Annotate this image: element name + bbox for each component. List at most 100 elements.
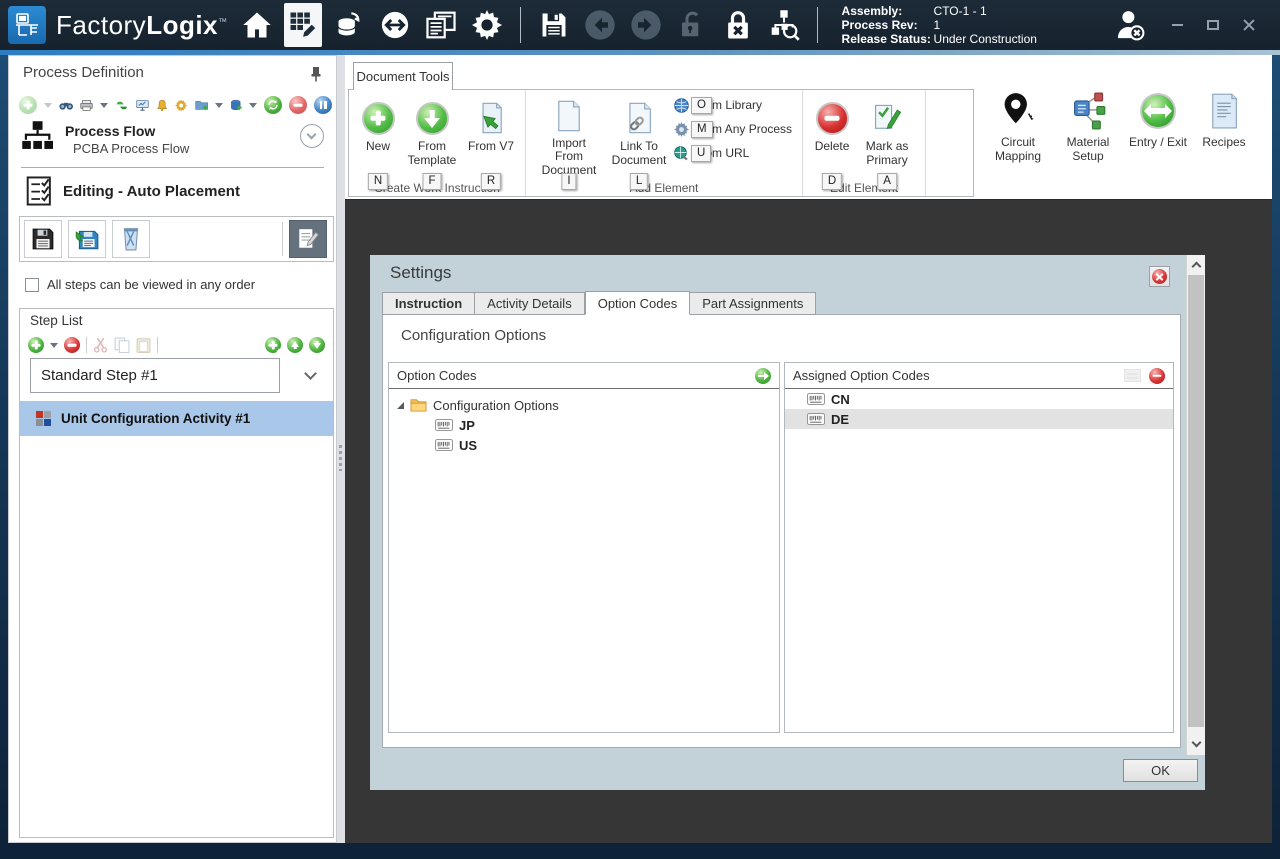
presentation-icon[interactable]: [136, 97, 149, 114]
any-order-option: All steps can be viewed in any order: [25, 277, 255, 292]
tab-instruction[interactable]: Instruction: [382, 292, 475, 315]
paste-icon[interactable]: [136, 337, 151, 353]
gear-icon: [472, 10, 502, 40]
chevron-down-icon: [1191, 738, 1201, 748]
process-toolbar: [19, 92, 332, 118]
section-heading: Configuration Options: [401, 327, 546, 344]
deactivate-button[interactable]: [289, 96, 307, 114]
material-setup-button[interactable]: Material Setup: [1057, 91, 1119, 164]
entry-exit-button[interactable]: Entry / Exit: [1127, 91, 1189, 164]
print-dropdown[interactable]: [100, 103, 108, 108]
maximize-button[interactable]: [1200, 12, 1226, 38]
step-selector[interactable]: Standard Step #1: [30, 358, 280, 393]
window-frame: Process Definition: [0, 55, 1280, 859]
tree-expander-icon[interactable]: [397, 402, 404, 409]
copy-icon[interactable]: [114, 337, 130, 353]
export-icon[interactable]: [195, 97, 209, 113]
minimize-button[interactable]: [1164, 12, 1190, 38]
circuit-mapping-button[interactable]: Circuit Mapping: [987, 91, 1049, 164]
pause-button[interactable]: [314, 96, 332, 114]
print-icon[interactable]: [80, 97, 93, 114]
mark-as-primary-button[interactable]: Mark as Primary A: [855, 94, 919, 178]
from-url-button[interactable]: From URL U: [674, 144, 792, 163]
undo-button[interactable]: [581, 3, 619, 47]
home-button[interactable]: [238, 3, 276, 47]
close-button[interactable]: [1236, 12, 1262, 38]
collapse-button[interactable]: [300, 124, 324, 148]
chevron-down-icon[interactable]: [304, 367, 317, 380]
delete-element-button[interactable]: Delete D: [809, 94, 855, 178]
save-button[interactable]: [535, 3, 573, 47]
delete-data-icon[interactable]: [230, 97, 242, 114]
mark-primary-icon: [872, 102, 902, 134]
new-button[interactable]: New N: [355, 94, 401, 178]
assigned-row-cn[interactable]: CN: [785, 389, 1173, 409]
add-step-dropdown[interactable]: [50, 343, 58, 348]
logout-button[interactable]: [1112, 3, 1150, 47]
settings-button[interactable]: [468, 3, 506, 47]
recipes-button[interactable]: Recipes: [1197, 91, 1251, 164]
tab-activity-details[interactable]: Activity Details: [475, 292, 585, 315]
any-order-checkbox[interactable]: [25, 278, 39, 292]
assign-option-button[interactable]: [755, 368, 771, 384]
export-dropdown[interactable]: [215, 103, 223, 108]
add-step-button[interactable]: [28, 337, 44, 353]
tab-option-codes[interactable]: Option Codes: [585, 291, 691, 315]
move-step-down-button[interactable]: [309, 337, 325, 353]
pin-button[interactable]: [310, 66, 322, 87]
edit-notes-button[interactable]: [289, 220, 327, 258]
gear-gold-icon[interactable]: [175, 97, 187, 114]
tab-part-assignments[interactable]: Part Assignments: [690, 292, 816, 315]
option-code-row-us[interactable]: US: [389, 435, 779, 455]
step-selector-value: Standard Step #1: [41, 367, 158, 384]
save-instruction-button[interactable]: [24, 220, 62, 258]
refresh-button[interactable]: [264, 96, 282, 114]
import-instruction-button[interactable]: [68, 220, 106, 258]
group-edit-element: Delete D: [803, 90, 926, 196]
lock-reject-button[interactable]: [719, 3, 757, 47]
sync-button[interactable]: [376, 3, 414, 47]
find-icon[interactable]: [59, 97, 73, 113]
scrollbar-thumb[interactable]: [1188, 275, 1204, 727]
bell-icon[interactable]: [156, 97, 168, 114]
add-process-button[interactable]: [19, 96, 37, 114]
from-template-icon: [416, 102, 449, 135]
tree-root-row[interactable]: Configuration Options: [389, 395, 779, 415]
pin-icon: [310, 66, 322, 82]
scroll-up-button[interactable]: [1187, 255, 1205, 273]
delete-data-dropdown[interactable]: [249, 103, 257, 108]
redo-button[interactable]: [627, 3, 665, 47]
move-step-up-button[interactable]: [287, 337, 303, 353]
from-library-button[interactable]: From Library O: [674, 96, 792, 115]
from-template-button[interactable]: From Template F: [401, 94, 463, 178]
from-any-process-button[interactable]: From Any Process M: [674, 120, 792, 139]
data-import-button[interactable]: [330, 3, 368, 47]
assigned-row-de-selected[interactable]: DE: [785, 409, 1173, 429]
reports-button[interactable]: [422, 3, 460, 47]
ok-button[interactable]: OK: [1123, 759, 1198, 782]
renumber-steps-button[interactable]: [265, 337, 281, 353]
remove-step-button[interactable]: [64, 337, 80, 353]
from-v7-button[interactable]: From V7 R: [463, 94, 519, 178]
sync-steps-icon[interactable]: [115, 97, 129, 114]
discard-instruction-button[interactable]: [112, 220, 150, 258]
dialog-close-button[interactable]: [1149, 266, 1170, 287]
link-to-document-button[interactable]: Link To Document L: [606, 94, 672, 178]
add-process-dropdown[interactable]: [44, 103, 52, 108]
sparkle-icon: [276, 348, 282, 354]
editing-title: Editing - Auto Placement: [63, 183, 240, 200]
scroll-down-button[interactable]: [1187, 735, 1205, 753]
tab-document-tools[interactable]: Document Tools: [353, 62, 453, 90]
details-icon[interactable]: [1124, 369, 1141, 382]
cut-icon[interactable]: [93, 337, 108, 353]
process-search-button[interactable]: [765, 3, 803, 47]
option-code-row-jp[interactable]: JP: [389, 415, 779, 435]
dialog-scrollbar[interactable]: [1186, 255, 1205, 755]
activity-row-selected[interactable]: Unit Configuration Activity #1: [20, 401, 333, 436]
process-definition-button[interactable]: [284, 3, 322, 47]
import-from-document-button[interactable]: Import From Document I: [532, 94, 606, 178]
remove-assigned-button[interactable]: [1149, 368, 1165, 384]
process-flow-row[interactable]: Process Flow PCBA Process Flow: [21, 120, 328, 164]
unlock-button[interactable]: [673, 3, 711, 47]
panel-splitter[interactable]: [337, 55, 345, 843]
